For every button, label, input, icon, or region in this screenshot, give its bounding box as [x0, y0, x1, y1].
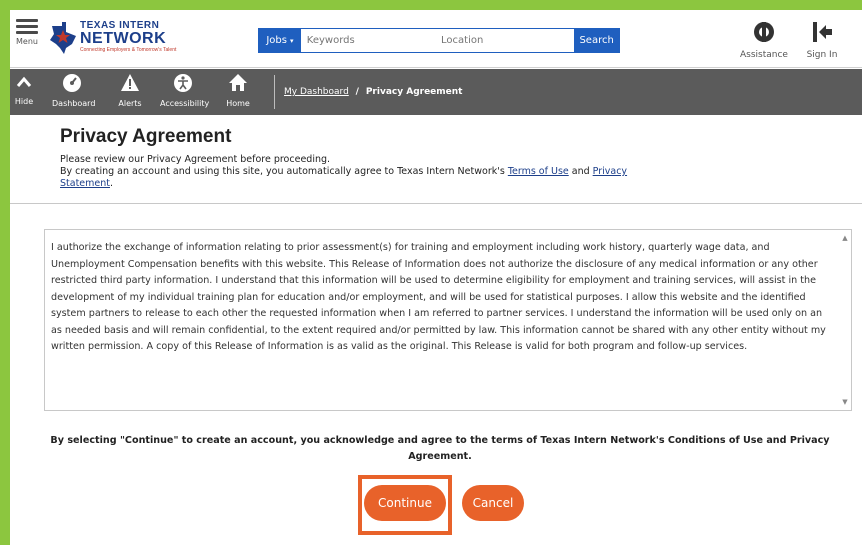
continue-button[interactable]: Continue: [364, 485, 446, 521]
keyword-input[interactable]: [300, 29, 436, 52]
nav-bar: Hide Dashboard Alerts Accessibility Home…: [10, 69, 862, 115]
location-input[interactable]: [435, 29, 575, 52]
terms-of-use-link[interactable]: Terms of Use: [508, 166, 569, 177]
breadcrumb: My Dashboard / Privacy Agreement: [284, 87, 462, 97]
sign-in-icon: [813, 22, 832, 42]
alert-icon: [121, 74, 139, 91]
nav-item-accessibility[interactable]: Accessibility: [160, 73, 210, 113]
sign-in-label: Sign In: [806, 50, 838, 60]
texas-star-map-icon: [50, 22, 76, 54]
assistance-button[interactable]: Assistance: [738, 20, 790, 64]
dashboard-icon: [63, 74, 81, 92]
page-title: Privacy Agreement: [60, 126, 232, 147]
release-of-information-box[interactable]: I authorize the exchange of information …: [44, 229, 852, 411]
site-logo[interactable]: TEXAS INTERN NETWORK Connecting Employer…: [48, 18, 198, 58]
search-button[interactable]: Search: [574, 29, 620, 52]
home-icon: [229, 74, 247, 91]
breadcrumb-current: Privacy Agreement: [365, 87, 463, 97]
breadcrumb-separator: /: [355, 87, 359, 97]
release-text: I authorize the exchange of information …: [51, 242, 826, 352]
logo-tagline: Connecting Employers & Tomorrow's Talent: [80, 47, 177, 53]
chevron-up-icon: [16, 76, 32, 87]
nav-item-alerts[interactable]: Alerts: [116, 73, 144, 113]
intro-and-text: and: [568, 166, 593, 177]
nav-item-dashboard[interactable]: Dashboard: [52, 73, 96, 113]
sign-in-button[interactable]: Sign In: [796, 20, 848, 64]
lifebuoy-icon: [754, 22, 774, 42]
job-search-bar: Jobs ▾ Search: [258, 28, 620, 53]
privacy-statement-link[interactable]: Privacy: [593, 166, 627, 177]
nav-item-label: Alerts: [118, 99, 142, 108]
acknowledgement-text: By selecting "Continue" to create an acc…: [50, 435, 830, 462]
hamburger-icon-bar: [16, 25, 38, 28]
hamburger-icon: [16, 19, 38, 22]
nav-item-home[interactable]: Home: [223, 73, 253, 113]
cancel-button[interactable]: Cancel: [462, 485, 524, 521]
logo-text: TEXAS INTERN NETWORK Connecting Employer…: [80, 20, 176, 54]
search-category-dropdown[interactable]: Jobs ▾: [259, 29, 301, 52]
scroll-down-arrow-icon[interactable]: ▼: [841, 398, 849, 406]
intro-line-2: By creating an account and using this si…: [60, 166, 700, 190]
nav-divider: [274, 75, 275, 109]
hide-nav-button[interactable]: Hide: [12, 73, 36, 113]
menu-label: Menu: [16, 37, 38, 46]
logo-line-2: NETWORK: [80, 30, 167, 47]
nav-item-label: Home: [226, 99, 250, 108]
hamburger-icon-bar: [16, 31, 38, 34]
chevron-down-icon: ▾: [289, 36, 294, 45]
top-header: Menu TEXAS INTERN NETWORK Connecting Emp…: [10, 10, 862, 68]
privacy-statement-link-cont[interactable]: Statement: [60, 178, 110, 189]
search-category-label: Jobs: [266, 35, 287, 46]
page-frame: Menu TEXAS INTERN NETWORK Connecting Emp…: [10, 10, 862, 545]
scroll-up-arrow-icon[interactable]: ▲: [841, 234, 849, 242]
accessibility-icon: [174, 74, 192, 92]
intro-period: .: [110, 178, 114, 189]
nav-item-label: Dashboard: [52, 99, 96, 108]
nav-item-label: Accessibility: [160, 99, 210, 108]
breadcrumb-link-dashboard[interactable]: My Dashboard: [284, 87, 349, 97]
assistance-label: Assistance: [740, 50, 788, 60]
menu-button[interactable]: Menu: [14, 16, 40, 60]
hide-label: Hide: [14, 97, 34, 106]
intro-line-2-text: By creating an account and using this si…: [60, 166, 508, 177]
intro-text: Please review our Privacy Agreement befo…: [60, 154, 700, 190]
section-divider: [10, 203, 862, 204]
intro-line-1: Please review our Privacy Agreement befo…: [60, 154, 331, 165]
